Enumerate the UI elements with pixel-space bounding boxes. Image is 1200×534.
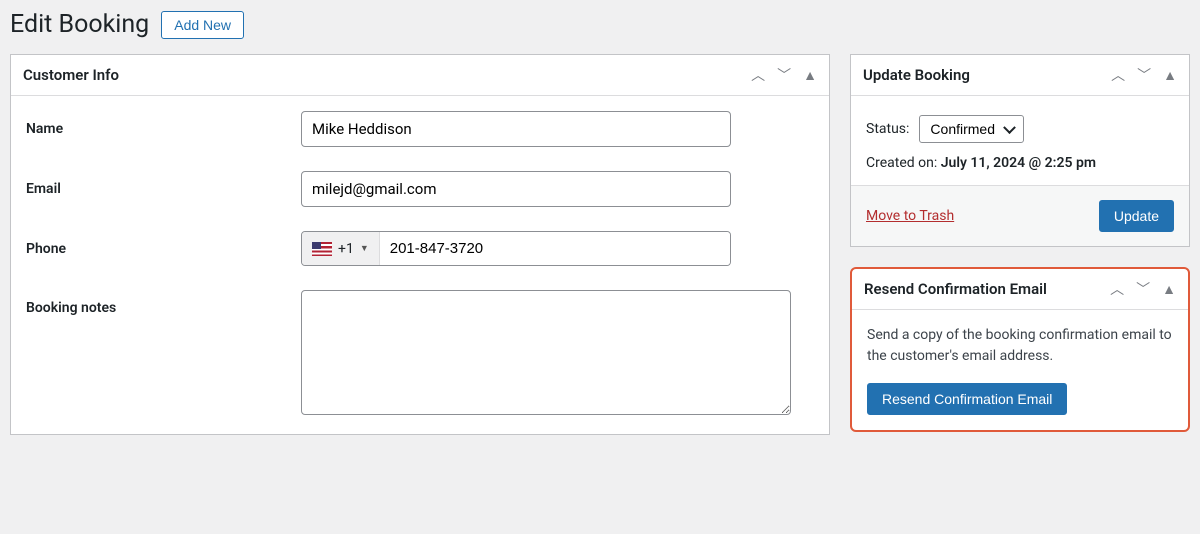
resend-confirmation-title: Resend Confirmation Email	[864, 280, 1047, 298]
resend-description: Send a copy of the booking confirmation …	[867, 325, 1173, 367]
toggle-panel-icon[interactable]: ▲	[1162, 281, 1176, 298]
email-label: Email	[26, 171, 301, 197]
move-down-icon[interactable]: ﹀	[777, 65, 791, 85]
status-label: Status:	[866, 121, 909, 137]
update-booking-title: Update Booking	[863, 66, 970, 84]
page-title: Edit Booking	[10, 10, 149, 39]
resend-confirmation-panel: Resend Confirmation Email ︿ ﹀ ▲ Send a c…	[850, 267, 1190, 432]
add-new-button[interactable]: Add New	[161, 11, 244, 39]
phone-code: +1	[338, 241, 354, 257]
email-input[interactable]	[301, 171, 731, 207]
resend-confirmation-button[interactable]: Resend Confirmation Email	[867, 383, 1067, 415]
move-up-icon[interactable]: ︿	[1111, 65, 1125, 85]
status-select[interactable]: Confirmed	[919, 115, 1024, 143]
customer-info-panel: Customer Info ︿ ﹀ ▲ Name Email	[10, 54, 830, 435]
toggle-panel-icon[interactable]: ▲	[803, 67, 817, 84]
move-up-icon[interactable]: ︿	[1110, 279, 1124, 299]
move-up-icon[interactable]: ︿	[751, 65, 765, 85]
phone-label: Phone	[26, 231, 301, 257]
created-on-date: July 11, 2024 @ 2:25 pm	[941, 155, 1096, 171]
move-down-icon[interactable]: ﹀	[1136, 279, 1150, 299]
name-input[interactable]	[301, 111, 731, 147]
phone-country-selector[interactable]: +1 ▼	[302, 232, 380, 265]
flag-us-icon	[312, 242, 332, 256]
customer-info-title: Customer Info	[23, 66, 119, 84]
move-to-trash-link[interactable]: Move to Trash	[866, 208, 954, 224]
update-button[interactable]: Update	[1099, 200, 1174, 232]
notes-label: Booking notes	[26, 290, 301, 316]
chevron-down-icon: ▼	[360, 243, 369, 254]
phone-input[interactable]	[380, 232, 730, 265]
toggle-panel-icon[interactable]: ▲	[1163, 67, 1177, 84]
move-down-icon[interactable]: ﹀	[1137, 65, 1151, 85]
name-label: Name	[26, 111, 301, 137]
created-on-label: Created on:	[866, 155, 937, 171]
notes-textarea[interactable]	[301, 290, 791, 415]
update-booking-panel: Update Booking ︿ ﹀ ▲ Status: Confirmed	[850, 54, 1190, 247]
